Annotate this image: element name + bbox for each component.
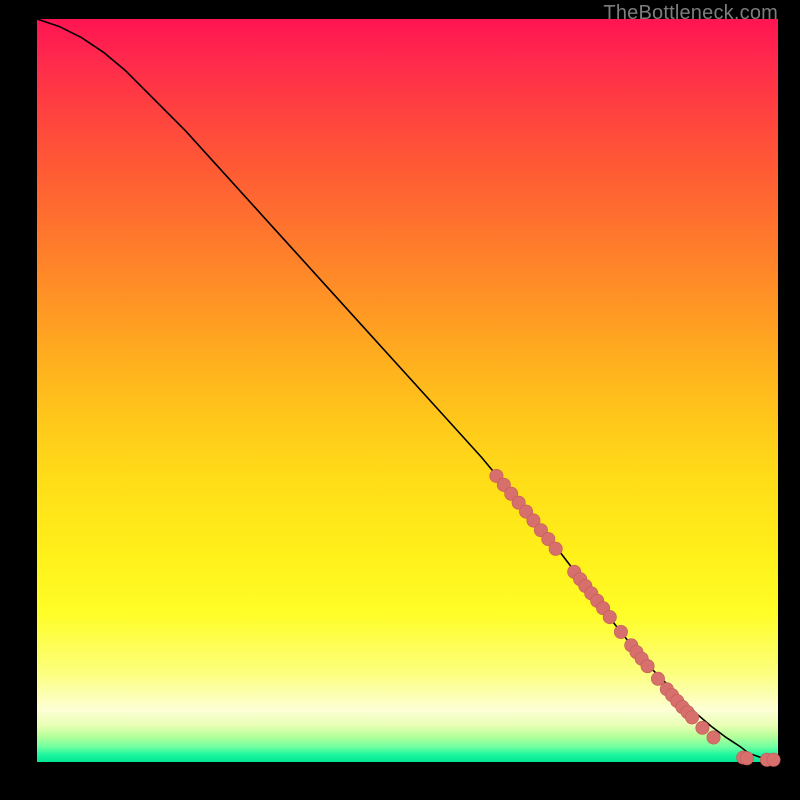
curve-line — [37, 19, 778, 760]
chart-stage: TheBottleneck.com — [0, 0, 800, 800]
data-marker — [740, 752, 753, 765]
chart-svg — [37, 19, 778, 762]
data-marker — [767, 753, 780, 766]
data-marker — [603, 610, 616, 623]
markers-group — [490, 469, 780, 766]
data-marker — [549, 542, 562, 555]
data-marker — [651, 672, 664, 685]
data-marker — [685, 711, 698, 724]
data-marker — [614, 625, 627, 638]
data-marker — [696, 721, 709, 734]
data-marker — [707, 731, 720, 744]
data-marker — [641, 659, 654, 672]
